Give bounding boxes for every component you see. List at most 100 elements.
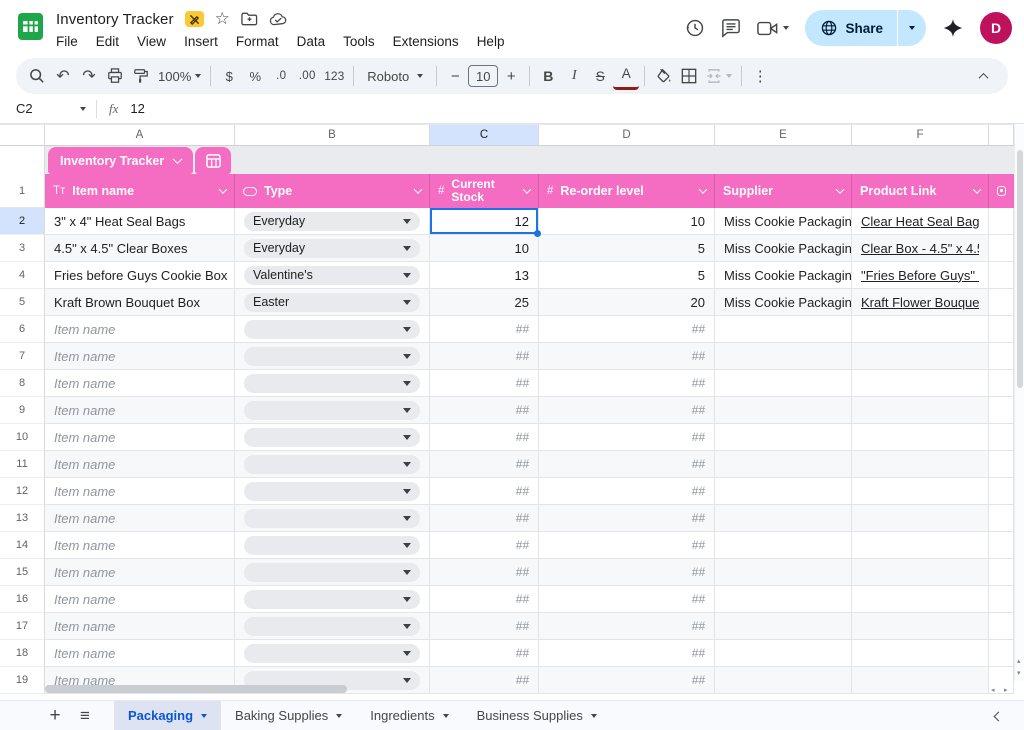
- type-dropdown-15[interactable]: [244, 563, 420, 582]
- cell-B9[interactable]: [235, 397, 430, 424]
- cell-B10[interactable]: [235, 424, 430, 451]
- cell-B4[interactable]: Valentine's: [235, 262, 430, 289]
- menu-insert[interactable]: Insert: [175, 33, 227, 50]
- horizontal-scrollbar-thumb[interactable]: [45, 685, 347, 693]
- cell-G18[interactable]: [989, 640, 1014, 667]
- header-type[interactable]: Type: [235, 174, 430, 208]
- more-options-icon[interactable]: ⋮: [747, 62, 773, 90]
- increase-decimal-button[interactable]: .00: [294, 62, 320, 90]
- type-dropdown-9[interactable]: [244, 401, 420, 420]
- type-dropdown-2[interactable]: Everyday: [244, 212, 420, 231]
- cell-F5[interactable]: Kraft Flower Bouquet Bo: [852, 289, 989, 316]
- gemini-icon[interactable]: [942, 17, 964, 39]
- cell-F10[interactable]: [852, 424, 989, 451]
- formula-input[interactable]: 12: [130, 101, 144, 116]
- cell-C4[interactable]: 13: [430, 262, 539, 289]
- collapse-panel-icon[interactable]: [995, 707, 1002, 725]
- row-header-4[interactable]: 4: [0, 262, 45, 289]
- borders-icon[interactable]: [676, 62, 702, 90]
- sheet-tab-packaging[interactable]: Packaging: [114, 701, 221, 730]
- cell-B12[interactable]: [235, 478, 430, 505]
- cell-A17[interactable]: Item name: [45, 613, 235, 640]
- fill-color-icon[interactable]: [650, 62, 676, 90]
- cell-D7[interactable]: ##: [539, 343, 715, 370]
- scroll-left-icon[interactable]: ◂: [991, 687, 995, 694]
- cell-B5[interactable]: Easter: [235, 289, 430, 316]
- cell-B8[interactable]: [235, 370, 430, 397]
- cell-B11[interactable]: [235, 451, 430, 478]
- redo-icon[interactable]: ↷: [76, 62, 102, 90]
- cell-C11[interactable]: ##: [430, 451, 539, 478]
- cell-B16[interactable]: [235, 586, 430, 613]
- cell-E9[interactable]: [715, 397, 852, 424]
- row-header-6[interactable]: 6: [0, 316, 45, 343]
- row-header-1[interactable]: 1: [0, 174, 45, 208]
- row-header-16[interactable]: 16: [0, 586, 45, 613]
- column-header-A[interactable]: A: [45, 124, 235, 146]
- share-dropdown-button[interactable]: [898, 10, 926, 46]
- cell-D14[interactable]: ##: [539, 532, 715, 559]
- cell-A18[interactable]: Item name: [45, 640, 235, 667]
- cell-E19[interactable]: [715, 667, 852, 694]
- cell-G14[interactable]: [989, 532, 1014, 559]
- cell-G10[interactable]: [989, 424, 1014, 451]
- row-header-2[interactable]: 2: [0, 208, 45, 235]
- vertical-scrollbar-thumb[interactable]: [1017, 150, 1023, 388]
- sheet-tab-menu-icon[interactable]: [201, 714, 207, 718]
- cell-D19[interactable]: ##: [539, 667, 715, 694]
- cell-E5[interactable]: Miss Cookie Packaging: [715, 289, 852, 316]
- cell-F6[interactable]: [852, 316, 989, 343]
- menu-tools[interactable]: Tools: [334, 33, 384, 50]
- cell-D4[interactable]: 5: [539, 262, 715, 289]
- product-link[interactable]: Clear Heat Seal Bags - 3": [861, 214, 979, 229]
- add-sheet-icon[interactable]: +: [40, 701, 70, 730]
- cell-C3[interactable]: 10: [430, 235, 539, 262]
- cell-E18[interactable]: [715, 640, 852, 667]
- cell-D2[interactable]: 10: [539, 208, 715, 235]
- cell-E16[interactable]: [715, 586, 852, 613]
- sheet-tab-menu-icon[interactable]: [591, 714, 597, 718]
- sheet-tab-ingredients[interactable]: Ingredients: [356, 701, 462, 730]
- cell-F15[interactable]: [852, 559, 989, 586]
- cell-C8[interactable]: ##: [430, 370, 539, 397]
- header-product-link[interactable]: Product Link: [852, 174, 989, 208]
- table-options-icon[interactable]: [195, 147, 231, 174]
- cell-A14[interactable]: Item name: [45, 532, 235, 559]
- type-dropdown-10[interactable]: [244, 428, 420, 447]
- sheet-tab-business-supplies[interactable]: Business Supplies: [463, 701, 611, 730]
- cell-G11[interactable]: [989, 451, 1014, 478]
- sheet-tab-menu-icon[interactable]: [336, 714, 342, 718]
- cell-B3[interactable]: Everyday: [235, 235, 430, 262]
- row-header-18[interactable]: 18: [0, 640, 45, 667]
- cell-E4[interactable]: Miss Cookie Packaging: [715, 262, 852, 289]
- cell-F19[interactable]: [852, 667, 989, 694]
- column-header-B[interactable]: B: [235, 124, 430, 146]
- row-header-3[interactable]: 3: [0, 235, 45, 262]
- text-color-button[interactable]: A: [613, 62, 639, 90]
- document-title[interactable]: Inventory Tracker: [56, 11, 174, 28]
- cell-E14[interactable]: [715, 532, 852, 559]
- cell-B6[interactable]: [235, 316, 430, 343]
- cell-C13[interactable]: ##: [430, 505, 539, 532]
- column-header-F[interactable]: F: [852, 124, 989, 146]
- cell-E6[interactable]: [715, 316, 852, 343]
- menu-data[interactable]: Data: [288, 33, 335, 50]
- header-dropdown-icon[interactable]: [973, 185, 981, 193]
- header-dropdown-icon[interactable]: [699, 185, 707, 193]
- cell-D17[interactable]: ##: [539, 613, 715, 640]
- cell-F16[interactable]: [852, 586, 989, 613]
- cell-G9[interactable]: [989, 397, 1014, 424]
- cell-C9[interactable]: ##: [430, 397, 539, 424]
- version-history-icon[interactable]: [685, 18, 705, 38]
- cell-F17[interactable]: [852, 613, 989, 640]
- select-all-corner[interactable]: [0, 124, 45, 146]
- cell-A15[interactable]: Item name: [45, 559, 235, 586]
- account-avatar[interactable]: D: [980, 12, 1012, 44]
- fill-handle[interactable]: [534, 230, 541, 237]
- type-dropdown-17[interactable]: [244, 617, 420, 636]
- cell-F7[interactable]: [852, 343, 989, 370]
- cell-C12[interactable]: ##: [430, 478, 539, 505]
- cell-B15[interactable]: [235, 559, 430, 586]
- font-size-input[interactable]: 10: [468, 65, 498, 87]
- type-dropdown-11[interactable]: [244, 455, 420, 474]
